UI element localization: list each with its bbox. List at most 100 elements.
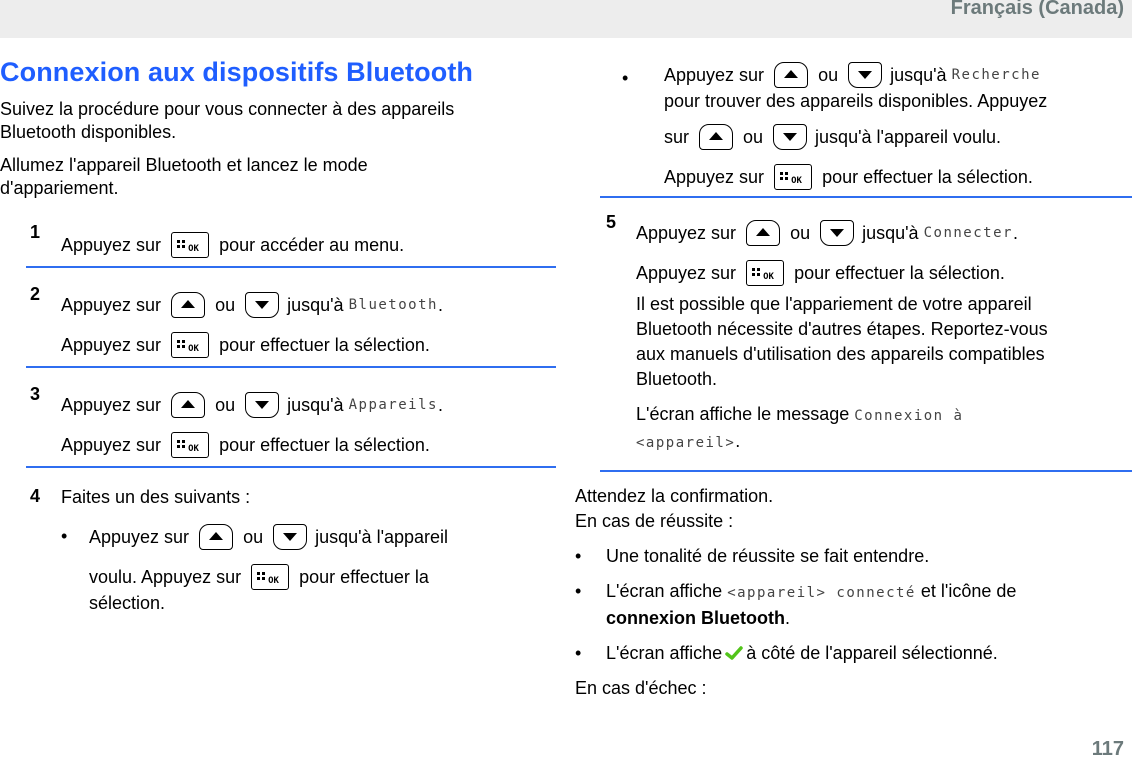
screen-item-text: Connecter bbox=[923, 225, 1013, 241]
step-number: 3 bbox=[30, 384, 41, 404]
bullet-dot: • bbox=[622, 68, 629, 88]
page-number: 117 bbox=[1091, 738, 1124, 760]
up-arrow-button-icon bbox=[699, 124, 734, 150]
note-line: aux manuels d'utilisation des appareils … bbox=[636, 344, 1045, 364]
instruction-text: Appuyez sur bbox=[61, 295, 162, 315]
left-column: Connexion aux dispositifs Bluetooth Suiv… bbox=[0, 54, 566, 614]
step-divider bbox=[26, 366, 556, 368]
instruction-text: Appuyez sur bbox=[636, 263, 737, 283]
screen-item-text: Bluetooth bbox=[348, 297, 438, 313]
success-text: à côté de l'appareil sélectionné. bbox=[746, 643, 998, 663]
success-item: • Une tonalité de réussite se fait enten… bbox=[575, 544, 1132, 569]
step-divider bbox=[26, 266, 556, 268]
menu-ok-button-icon: OK bbox=[746, 260, 785, 286]
pairing-line: d'appariement. bbox=[0, 178, 119, 198]
bullet-item: • Appuyez sur ou jusqu'à Recherche pour … bbox=[622, 60, 1118, 192]
instruction-text: voulu. Appuyez sur bbox=[89, 567, 242, 587]
instruction-text: jusqu'à bbox=[862, 223, 919, 243]
instruction-text: sélection. bbox=[89, 593, 166, 613]
intro-paragraph: Suivez la procédure pour vous connecter … bbox=[0, 98, 566, 144]
pairing-line: Allumez l'appareil Bluetooth et lancez l… bbox=[0, 155, 368, 175]
instruction-text: pour effectuer la sélection. bbox=[822, 167, 1033, 187]
instruction-text: Appuyez sur bbox=[636, 223, 737, 243]
instruction-text: Appuyez sur bbox=[61, 395, 162, 415]
step-4: 4 Faites un des suivants : • Appuyez sur… bbox=[26, 484, 556, 614]
wait-paragraph: Attendez la confirmation. En cas de réus… bbox=[575, 484, 1132, 534]
instruction-text: ou bbox=[215, 295, 236, 315]
up-arrow-button-icon bbox=[171, 292, 206, 318]
period: . bbox=[1012, 223, 1018, 243]
step-number: 2 bbox=[30, 284, 41, 304]
down-arrow-button-icon bbox=[245, 392, 280, 418]
success-text: L'écran affiche bbox=[606, 581, 723, 601]
step-5: 5 Appuyez sur ou jusqu'à Connecter. Appu… bbox=[600, 212, 1132, 472]
instruction-text: Appuyez sur bbox=[61, 235, 162, 255]
instruction-text: jusqu'à l'appareil voulu. bbox=[815, 127, 1002, 147]
note-line: Il est possible que l'appariement de vot… bbox=[636, 294, 1032, 314]
step-number: 5 bbox=[606, 212, 617, 232]
note-line: Bluetooth nécessite d'autres étapes. Rep… bbox=[636, 319, 1048, 339]
bullet-dot: • bbox=[575, 581, 582, 601]
up-arrow-button-icon bbox=[171, 392, 206, 418]
down-arrow-button-icon bbox=[773, 124, 808, 150]
period: . bbox=[735, 431, 741, 451]
period: . bbox=[437, 295, 443, 315]
down-arrow-button-icon bbox=[245, 292, 280, 318]
screen-item-text: <appareil> connecté bbox=[727, 585, 916, 601]
bluetooth-connection-label: connexion Bluetooth bbox=[606, 608, 785, 628]
down-arrow-button-icon bbox=[820, 220, 855, 246]
screen-item-text: Recherche bbox=[951, 67, 1041, 83]
screen-item-text: Appareils bbox=[348, 397, 438, 413]
intro-line: Suivez la procédure pour vous connecter … bbox=[0, 99, 455, 119]
failure-label: En cas d'échec : bbox=[575, 678, 707, 698]
menu-ok-button-icon: OK bbox=[171, 432, 210, 458]
wait-text: Attendez la confirmation. bbox=[575, 486, 774, 506]
check-icon bbox=[725, 646, 743, 660]
section-title: Connexion aux dispositifs Bluetooth bbox=[0, 57, 474, 87]
menu-ok-button-icon: OK bbox=[171, 332, 210, 358]
message-text: L'écran affiche le message bbox=[636, 404, 850, 424]
instruction-text: Faites un des suivants : bbox=[61, 487, 251, 507]
instruction-text: ou bbox=[743, 127, 764, 147]
instruction-text: ou bbox=[790, 223, 811, 243]
success-text: L'écran affiche bbox=[606, 643, 723, 663]
menu-ok-button-icon: OK bbox=[171, 232, 210, 258]
instruction-text: Appuyez sur bbox=[89, 527, 190, 547]
down-arrow-button-icon bbox=[273, 524, 308, 550]
message-paragraph: L'écran affiche le message Connexion à <… bbox=[636, 402, 1132, 456]
instruction-text: pour effectuer la sélection. bbox=[219, 335, 430, 355]
step-2: 2 Appuyez sur ou jusqu'à Bluetooth. Appu… bbox=[26, 284, 556, 368]
pairing-paragraph: Allumez l'appareil Bluetooth et lancez l… bbox=[0, 154, 566, 200]
step-divider bbox=[600, 196, 1132, 198]
period: . bbox=[785, 608, 791, 628]
menu-ok-button-icon: OK bbox=[774, 164, 813, 190]
bullet-item: • Appuyez sur ou jusqu'à l'appareil voul… bbox=[61, 522, 556, 614]
success-label: En cas de réussite : bbox=[575, 511, 734, 531]
step-divider bbox=[600, 470, 1132, 472]
success-text: Une tonalité de réussite se fait entendr… bbox=[606, 546, 930, 566]
menu-ok-button-icon: OK bbox=[251, 564, 290, 590]
instruction-text: ou bbox=[215, 395, 236, 415]
step-divider bbox=[26, 466, 556, 468]
bullet-dot: • bbox=[575, 546, 582, 566]
down-arrow-button-icon bbox=[848, 62, 883, 88]
note-paragraph: Il est possible que l'appariement de vot… bbox=[636, 292, 1132, 392]
success-text: et l'icône de bbox=[920, 581, 1017, 601]
instruction-text: pour effectuer la sélection. bbox=[219, 435, 430, 455]
right-column: • Appuyez sur ou jusqu'à Recherche pour … bbox=[566, 60, 1132, 701]
instruction-text: pour effectuer la sélection. bbox=[794, 263, 1005, 283]
instruction-text: pour accéder au menu. bbox=[219, 235, 405, 255]
instruction-text: jusqu'à bbox=[287, 295, 344, 315]
bullet-dot: • bbox=[575, 643, 582, 663]
language-label: Français (Canada) bbox=[950, 0, 1124, 19]
manual-page: Français (Canada) Connexion aux disposit… bbox=[0, 0, 1132, 762]
success-item: • L'écran affiche <appareil> connecté et… bbox=[575, 579, 1132, 631]
instruction-text: Appuyez sur bbox=[664, 65, 765, 85]
step-3: 3 Appuyez sur ou jusqu'à Appareils. Appu… bbox=[26, 384, 556, 468]
note-line: Bluetooth. bbox=[636, 369, 718, 389]
screen-item-text: Connexion à bbox=[854, 408, 964, 424]
instruction-text: jusqu'à bbox=[287, 395, 344, 415]
intro-line: Bluetooth disponibles. bbox=[0, 122, 177, 142]
instruction-text: pour trouver des appareils disponibles. … bbox=[664, 91, 1048, 111]
instruction-text: pour effectuer la bbox=[299, 567, 429, 587]
